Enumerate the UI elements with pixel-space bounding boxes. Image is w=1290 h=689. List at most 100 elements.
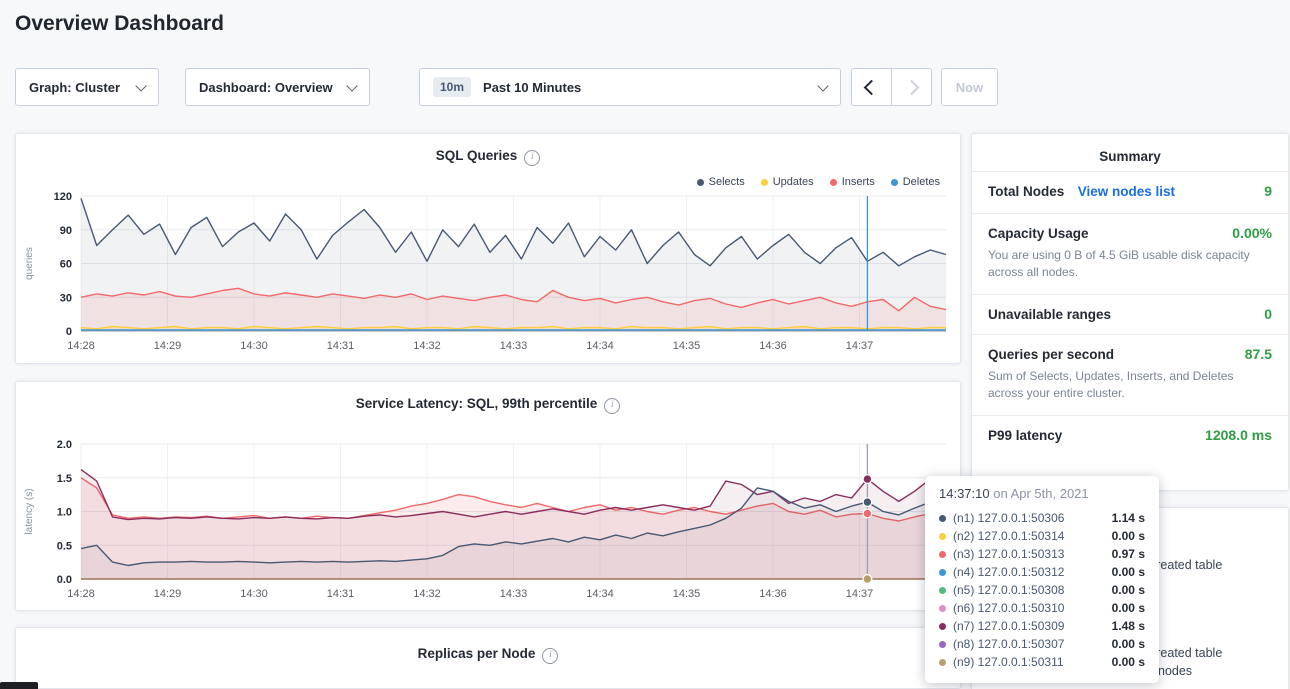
replicas-per-node-chart-title: Replicas per Node (418, 646, 536, 661)
tooltip-node-value: 1.48 s (1112, 619, 1145, 633)
svg-text:14:29: 14:29 (154, 340, 182, 352)
summary-row-queries-per-second: Queries per second 87.5 Sum of Selects, … (972, 334, 1288, 415)
svg-text:14:37: 14:37 (846, 340, 874, 352)
summary-title: Summary (972, 149, 1288, 164)
tooltip-row: (n2) 127.0.0.1:503140.00 s (939, 527, 1145, 545)
tooltip-node-label: (n3) 127.0.0.1:50313 (953, 547, 1064, 561)
svg-text:0.5: 0.5 (57, 540, 72, 552)
tooltip-row: (n5) 127.0.0.1:50308 0.00 s (939, 581, 1145, 599)
svg-text:14:28: 14:28 (67, 588, 95, 600)
chart-title-row: Replicas per Node i (16, 628, 960, 664)
service-latency-chart-panel: Service Latency: SQL, 99th percentile i 1… (15, 381, 961, 611)
svg-text:14:31: 14:31 (327, 588, 355, 600)
tooltip-time: 14:37:10 (939, 486, 990, 501)
tooltip-node-label: (n6) 127.0.0.1:50310 (953, 601, 1064, 615)
unavailable-ranges-value: 0 (1264, 306, 1272, 322)
tooltip-node-value: 0.00 s (1112, 601, 1145, 615)
tooltip-node-label: (n5) 127.0.0.1:50308 (953, 583, 1064, 597)
chart-title-row: SQL Queries i (16, 134, 960, 166)
svg-text:14:34: 14:34 (586, 340, 614, 352)
svg-text:14:30: 14:30 (240, 340, 268, 352)
capacity-usage-value: 0.00% (1232, 225, 1272, 241)
info-icon[interactable]: i (604, 398, 620, 414)
svg-text:14:31: 14:31 (327, 340, 355, 352)
tooltip-row: (n8) 127.0.0.1:50307 0.00 s (939, 635, 1145, 653)
now-button[interactable]: Now (941, 68, 998, 106)
node-color-dot (939, 623, 946, 630)
svg-text:14:36: 14:36 (759, 588, 787, 600)
event-item: created table (1150, 558, 1222, 572)
info-icon[interactable]: i (524, 150, 540, 166)
time-range-selector[interactable]: 10m Past 10 Minutes (419, 68, 841, 106)
node-color-dot (939, 569, 946, 576)
chevron-down-icon (817, 80, 828, 91)
summary-row-capacity-usage: Capacity Usage 0.00% You are using 0 B o… (972, 213, 1288, 294)
queries-per-second-label: Queries per second (988, 347, 1114, 362)
tooltip-row: (n1) 127.0.0.1:503061.14 s (939, 509, 1145, 527)
sql-queries-chart-panel: SQL Queriesi SelectsUpdatesInsertsDelete… (15, 133, 961, 364)
svg-text:14:32: 14:32 (413, 588, 441, 600)
replicas-per-node-chart-panel: Replicas per Node i (15, 627, 961, 689)
tooltip-timestamp: 14:37:10 on Apr 5th, 2021 (939, 486, 1145, 501)
dashboard-dropdown-label: Dashboard: Overview (199, 80, 333, 95)
service-latency-chart-title: Service Latency: SQL, 99th percentile (356, 396, 598, 411)
svg-text:1.0: 1.0 (57, 507, 72, 519)
info-icon[interactable]: i (542, 648, 558, 664)
total-nodes-label: Total Nodes (988, 184, 1064, 199)
node-color-dot (939, 551, 946, 558)
node-color-dot (939, 605, 946, 612)
tooltip-row: (n6) 127.0.0.1:50310 0.00 s (939, 599, 1145, 617)
summary-row-total-nodes: Total Nodes View nodes list 9 (972, 171, 1288, 213)
svg-text:14:34: 14:34 (586, 588, 614, 600)
time-prev-button[interactable] (851, 68, 892, 106)
p99-latency-value: 1208.0 ms (1205, 427, 1272, 443)
tooltip-row: (n4) 127.0.0.1:503120.00 s (939, 563, 1145, 581)
chevron-down-icon (346, 80, 357, 91)
tooltip-node-label: (n9) 127.0.0.1:50311 (953, 655, 1064, 669)
time-next-button[interactable] (891, 68, 932, 106)
tooltip-rows: (n1) 127.0.0.1:503061.14 s(n2) 127.0.0.1… (939, 509, 1145, 671)
chart-title-row: Service Latency: SQL, 99th percentile i (16, 382, 960, 414)
svg-text:queries: queries (24, 247, 35, 280)
chart-hover-tooltip: 14:37:10 on Apr 5th, 2021 (n1) 127.0.0.1… (925, 476, 1159, 683)
summary-row-unavailable-ranges: Unavailable ranges 0 (972, 294, 1288, 334)
capacity-usage-label: Capacity Usage (988, 226, 1089, 241)
svg-text:14:37: 14:37 (846, 588, 874, 600)
svg-text:14:28: 14:28 (67, 340, 95, 352)
svg-text:0: 0 (66, 326, 72, 338)
svg-text:2.0: 2.0 (57, 439, 72, 451)
svg-text:14:35: 14:35 (673, 340, 701, 352)
queries-per-second-caption: Sum of Selects, Updates, Inserts, and De… (988, 368, 1272, 403)
summary-row-p99-latency: P99 latency 1208.0 ms (972, 415, 1288, 455)
node-color-dot (939, 515, 946, 522)
sql-queries-chart-title: SQL Queries (436, 148, 518, 163)
tooltip-node-label: (n8) 127.0.0.1:50307 (953, 637, 1064, 651)
total-nodes-value: 9 (1264, 183, 1272, 199)
graph-dropdown[interactable]: Graph: Cluster (15, 68, 159, 106)
svg-text:90: 90 (60, 225, 72, 237)
tooltip-node-value: 0.00 s (1112, 583, 1145, 597)
svg-text:30: 30 (60, 292, 72, 304)
node-color-dot (939, 587, 946, 594)
queries-per-second-value: 87.5 (1245, 346, 1272, 362)
time-range-badge: 10m (433, 77, 471, 97)
svg-text:14:36: 14:36 (759, 340, 787, 352)
dashboard-dropdown[interactable]: Dashboard: Overview (185, 68, 370, 106)
overview-dashboard-page: Overview Dashboard Graph: Cluster Dashbo… (0, 0, 1290, 689)
service-latency-chart[interactable]: 14:2814:2914:3014:3114:3214:3314:3414:35… (16, 432, 960, 610)
tooltip-node-label: (n1) 127.0.0.1:50306 (953, 511, 1064, 525)
svg-text:14:35: 14:35 (673, 588, 701, 600)
svg-text:14:32: 14:32 (413, 340, 441, 352)
svg-text:latency (s): latency (s) (24, 488, 35, 534)
chevron-left-icon (864, 79, 880, 95)
svg-text:60: 60 (60, 259, 72, 271)
svg-text:1.5: 1.5 (57, 473, 72, 485)
tooltip-node-label: (n7) 127.0.0.1:50309 (953, 619, 1064, 633)
sql-queries-chart[interactable]: 14:2814:2914:3014:3114:3214:3314:3414:35… (16, 184, 960, 362)
view-nodes-list-link[interactable]: View nodes list (1078, 184, 1175, 199)
tooltip-date: on Apr 5th, 2021 (990, 486, 1089, 501)
tooltip-node-value: 0.00 s (1112, 637, 1145, 651)
tooltip-row: (n7) 127.0.0.1:50309 1.48 s (939, 617, 1145, 635)
tooltip-node-value: 0.00 s (1112, 565, 1145, 579)
graph-dropdown-label: Graph: Cluster (29, 80, 120, 95)
